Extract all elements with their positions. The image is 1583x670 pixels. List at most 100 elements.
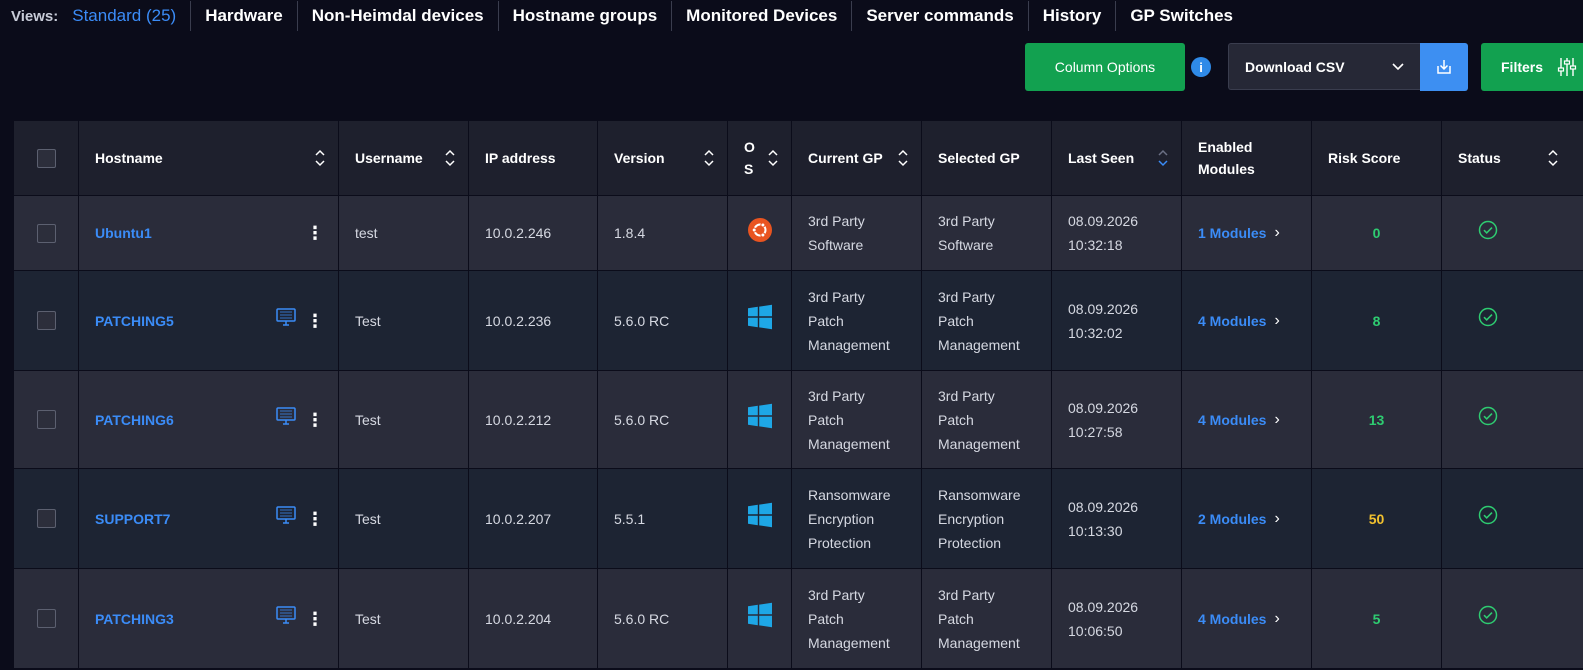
view-tab-server-commands[interactable]: Server commands: [851, 1, 1027, 31]
view-tab-monitored-devices[interactable]: Monitored Devices: [671, 1, 851, 31]
sort-icon[interactable]: [314, 149, 326, 167]
status-cell: [1441, 370, 1583, 469]
hostname-link[interactable]: SUPPORT7: [95, 507, 170, 531]
more-options-icon[interactable]: ⋮: [306, 224, 324, 242]
monitor-icon[interactable]: [276, 407, 296, 432]
risk-score-value: 0: [1372, 225, 1381, 241]
sort-icon[interactable]: [767, 149, 779, 167]
header-hostname[interactable]: Hostname: [78, 120, 339, 196]
modules-cell: 4 Modules ›: [1181, 568, 1312, 669]
os-cell: [727, 568, 792, 669]
chevron-right-icon[interactable]: ›: [1274, 408, 1279, 432]
selected_gp-line: Patch: [938, 312, 974, 329]
current_gp-line: 3rd Party: [808, 387, 865, 404]
row-checkbox[interactable]: [36, 223, 56, 243]
selected_gp-line: 3rd Party: [938, 387, 995, 404]
column-options-button[interactable]: Column Options: [1025, 43, 1185, 91]
version-cell: 5.6.0 RC: [597, 270, 728, 371]
download-format-select[interactable]: Download CSV: [1228, 43, 1420, 90]
hostname-link[interactable]: Ubuntu1: [95, 221, 152, 245]
windows-icon: [747, 502, 773, 531]
view-tab-gp-switches[interactable]: GP Switches: [1115, 1, 1247, 31]
modules-cell: 4 Modules ›: [1181, 370, 1312, 469]
row-checkbox[interactable]: [36, 509, 56, 528]
info-icon[interactable]: i: [1191, 57, 1211, 77]
chevron-down-icon: [1392, 62, 1404, 70]
risk-score-value: 13: [1368, 411, 1385, 428]
header-current-gp[interactable]: Current GP: [791, 120, 922, 196]
header-last-seen[interactable]: Last Seen: [1051, 120, 1182, 196]
view-tab-history[interactable]: History: [1027, 1, 1116, 31]
selected_gp-line: Encryption: [938, 510, 1005, 527]
ip-cell: 10.0.2.212: [468, 370, 598, 469]
selected_gp-line: 3rd Party: [938, 213, 995, 229]
header-version-label: Version: [614, 150, 665, 166]
select-all-checkbox[interactable]: [36, 148, 56, 168]
chevron-right-icon[interactable]: ›: [1274, 309, 1279, 333]
table-row[interactable]: Ubuntu1 ⋮ test 10.0.2.246 1.8.4 3rd Party Soft…: [13, 195, 1583, 271]
chevron-right-icon[interactable]: ›: [1274, 221, 1279, 245]
header-username[interactable]: Username: [338, 120, 469, 196]
row-select-cell: [13, 568, 79, 669]
filters-button[interactable]: Filters: [1481, 43, 1583, 91]
download-button[interactable]: [1420, 43, 1468, 91]
modules-link[interactable]: 4 Modules: [1198, 309, 1266, 333]
last-seen-date: 08.09.2026: [1068, 598, 1139, 615]
header-status[interactable]: Status: [1441, 120, 1583, 196]
chevron-right-icon[interactable]: ›: [1274, 607, 1279, 631]
view-tab-hostname-groups[interactable]: Hostname groups: [497, 1, 672, 31]
table-row[interactable]: PATCHING5 ⋮ Test 10.0.2.236 5.6.0 RC 3rd Part…: [13, 270, 1583, 371]
header-current-gp-label: Current GP: [808, 150, 883, 166]
status-ok-icon: [1478, 220, 1498, 247]
sort-icon[interactable]: [1547, 149, 1559, 167]
selected_gp-line: Protection: [938, 534, 1002, 551]
table-row[interactable]: SUPPORT7 ⋮ Test 10.0.2.207 5.5.1 Ransomware En…: [13, 468, 1583, 569]
current-gp-cell: 3rd Party Patch Management: [791, 370, 922, 469]
row-checkbox[interactable]: [36, 311, 56, 330]
table-row[interactable]: PATCHING6 ⋮ Test 10.0.2.212 5.6.0 RC 3rd Part…: [13, 370, 1583, 469]
view-tab-non-heimdal-devices[interactable]: Non-Heimdal devices: [296, 1, 498, 31]
last-seen-time: 10:06:50: [1068, 622, 1123, 639]
sort-icon[interactable]: [444, 149, 456, 167]
view-tab-standard[interactable]: Standard (25): [72, 1, 190, 31]
row-select-cell: [13, 370, 79, 469]
more-options-icon[interactable]: ⋮: [306, 312, 324, 330]
row-checkbox[interactable]: [36, 609, 56, 628]
hostname-link[interactable]: PATCHING6: [95, 408, 174, 432]
last-seen-cell: 08.09.2026 10:32:18: [1051, 195, 1182, 271]
view-tab-hardware[interactable]: Hardware: [190, 1, 296, 31]
version-cell: 5.6.0 RC: [597, 568, 728, 669]
views-bar: Views: Standard (25) Hardware Non-Heimda…: [11, 0, 1247, 32]
hostname-link[interactable]: PATCHING3: [95, 607, 174, 631]
sort-desc-icon[interactable]: [1157, 149, 1169, 167]
modules-link[interactable]: 2 Modules: [1198, 507, 1266, 531]
hostname-cell: PATCHING6 ⋮: [78, 370, 339, 469]
chevron-right-icon[interactable]: ›: [1274, 507, 1279, 531]
hostname-link[interactable]: PATCHING5: [95, 309, 174, 333]
modules-link[interactable]: 1 Modules: [1198, 221, 1266, 245]
os-cell: [727, 468, 792, 569]
modules-link[interactable]: 4 Modules: [1198, 607, 1266, 631]
table-row[interactable]: PATCHING3 ⋮ Test 10.0.2.204 5.6.0 RC 3rd Part…: [13, 568, 1583, 669]
current_gp-line: Management: [808, 435, 890, 452]
selected_gp-line: Management: [938, 435, 1020, 452]
sort-icon[interactable]: [897, 149, 909, 167]
status-ok-icon: [1478, 406, 1498, 433]
header-version[interactable]: Version: [597, 120, 728, 196]
header-os[interactable]: OS: [727, 120, 792, 196]
modules-link[interactable]: 4 Modules: [1198, 408, 1266, 432]
risk-score-value: 50: [1368, 510, 1385, 527]
row-checkbox[interactable]: [36, 410, 56, 429]
header-ip-label: IP address: [485, 150, 556, 166]
more-options-icon[interactable]: ⋮: [306, 610, 324, 628]
monitor-icon[interactable]: [276, 308, 296, 333]
monitor-icon[interactable]: [276, 606, 296, 631]
version-cell: 1.8.4: [597, 195, 728, 271]
header-status-label: Status: [1458, 150, 1501, 166]
more-options-icon[interactable]: ⋮: [306, 510, 324, 528]
selected_gp-line: Ransomware: [938, 486, 1021, 503]
status-ok-icon: [1478, 505, 1498, 532]
monitor-icon[interactable]: [276, 506, 296, 531]
more-options-icon[interactable]: ⋮: [306, 411, 324, 429]
sort-icon[interactable]: [703, 149, 715, 167]
